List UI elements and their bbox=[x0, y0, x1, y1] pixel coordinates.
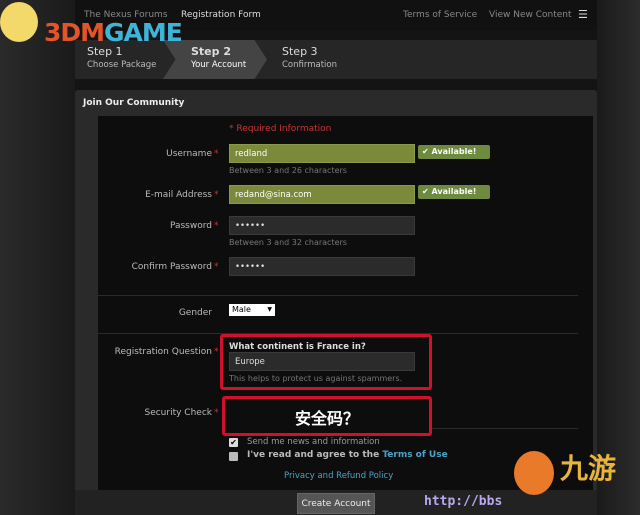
gender-select[interactable]: Male ▼ bbox=[229, 304, 275, 316]
question-hint: This helps to protect us against spammer… bbox=[229, 374, 403, 383]
step-3: Step 3 Confirmation bbox=[282, 45, 337, 70]
news-checkbox[interactable]: ✔ bbox=[229, 438, 238, 447]
password-hint: Between 3 and 32 characters bbox=[229, 238, 347, 247]
chevron-down-icon: ▼ bbox=[267, 306, 272, 313]
watermark-url: http://bbs bbox=[424, 494, 503, 509]
username-input[interactable]: redland bbox=[229, 144, 415, 163]
email-label: E-mail Address bbox=[145, 190, 212, 200]
required-star: * bbox=[214, 408, 219, 418]
question-prompt: What continent is France in? bbox=[229, 342, 366, 352]
background-left bbox=[0, 0, 75, 515]
panel-title: Join Our Community bbox=[83, 98, 185, 108]
username-hint: Between 3 and 26 characters bbox=[229, 166, 347, 175]
nav-current: Registration Form bbox=[181, 10, 261, 20]
password-label: Password bbox=[169, 221, 212, 231]
nav-tos-link[interactable]: Terms of Service bbox=[403, 10, 477, 20]
email-available-badge: ✔ Available! bbox=[418, 185, 490, 199]
username-label: Username bbox=[166, 149, 212, 159]
terms-label: I've read and agree to the Terms of Use bbox=[247, 450, 448, 460]
question-answer-input[interactable]: Europe bbox=[229, 352, 415, 371]
required-star: * bbox=[214, 190, 219, 200]
background-right bbox=[597, 0, 640, 515]
watermark-mascot bbox=[0, 2, 38, 42]
watermark-logo-jiuyou: 九游 bbox=[510, 447, 630, 497]
terms-checkbox[interactable] bbox=[229, 452, 238, 461]
divider bbox=[98, 295, 578, 296]
gender-label: Gender bbox=[178, 308, 212, 318]
required-star: * bbox=[214, 347, 219, 357]
confirm-password-label: Confirm Password bbox=[131, 262, 212, 272]
nav-new-content-link[interactable]: View New Content bbox=[489, 10, 572, 20]
required-star: * bbox=[214, 262, 219, 272]
question-label: Registration Question bbox=[114, 347, 212, 357]
required-note: * Required Information bbox=[229, 124, 332, 134]
security-annotation: 安全码？ bbox=[222, 396, 432, 436]
create-account-button[interactable]: Create Account bbox=[297, 493, 375, 514]
required-star: * bbox=[214, 149, 219, 159]
terms-link[interactable]: Terms of Use bbox=[382, 450, 447, 460]
username-available-badge: ✔ Available! bbox=[418, 145, 490, 159]
security-check-label: Security Check bbox=[144, 408, 212, 418]
password-input[interactable]: •••••• bbox=[229, 216, 415, 235]
email-input[interactable]: redand@sina.com bbox=[229, 185, 415, 204]
watermark-logo-3dmgame: 3DMGAME bbox=[44, 18, 183, 47]
list-icon[interactable]: ☰ bbox=[578, 8, 588, 21]
confirm-password-input[interactable]: •••••• bbox=[229, 257, 415, 276]
divider bbox=[432, 428, 578, 429]
privacy-link[interactable]: Privacy and Refund Policy bbox=[284, 471, 393, 481]
required-star: * bbox=[214, 221, 219, 231]
news-label: Send me news and information bbox=[247, 437, 380, 447]
